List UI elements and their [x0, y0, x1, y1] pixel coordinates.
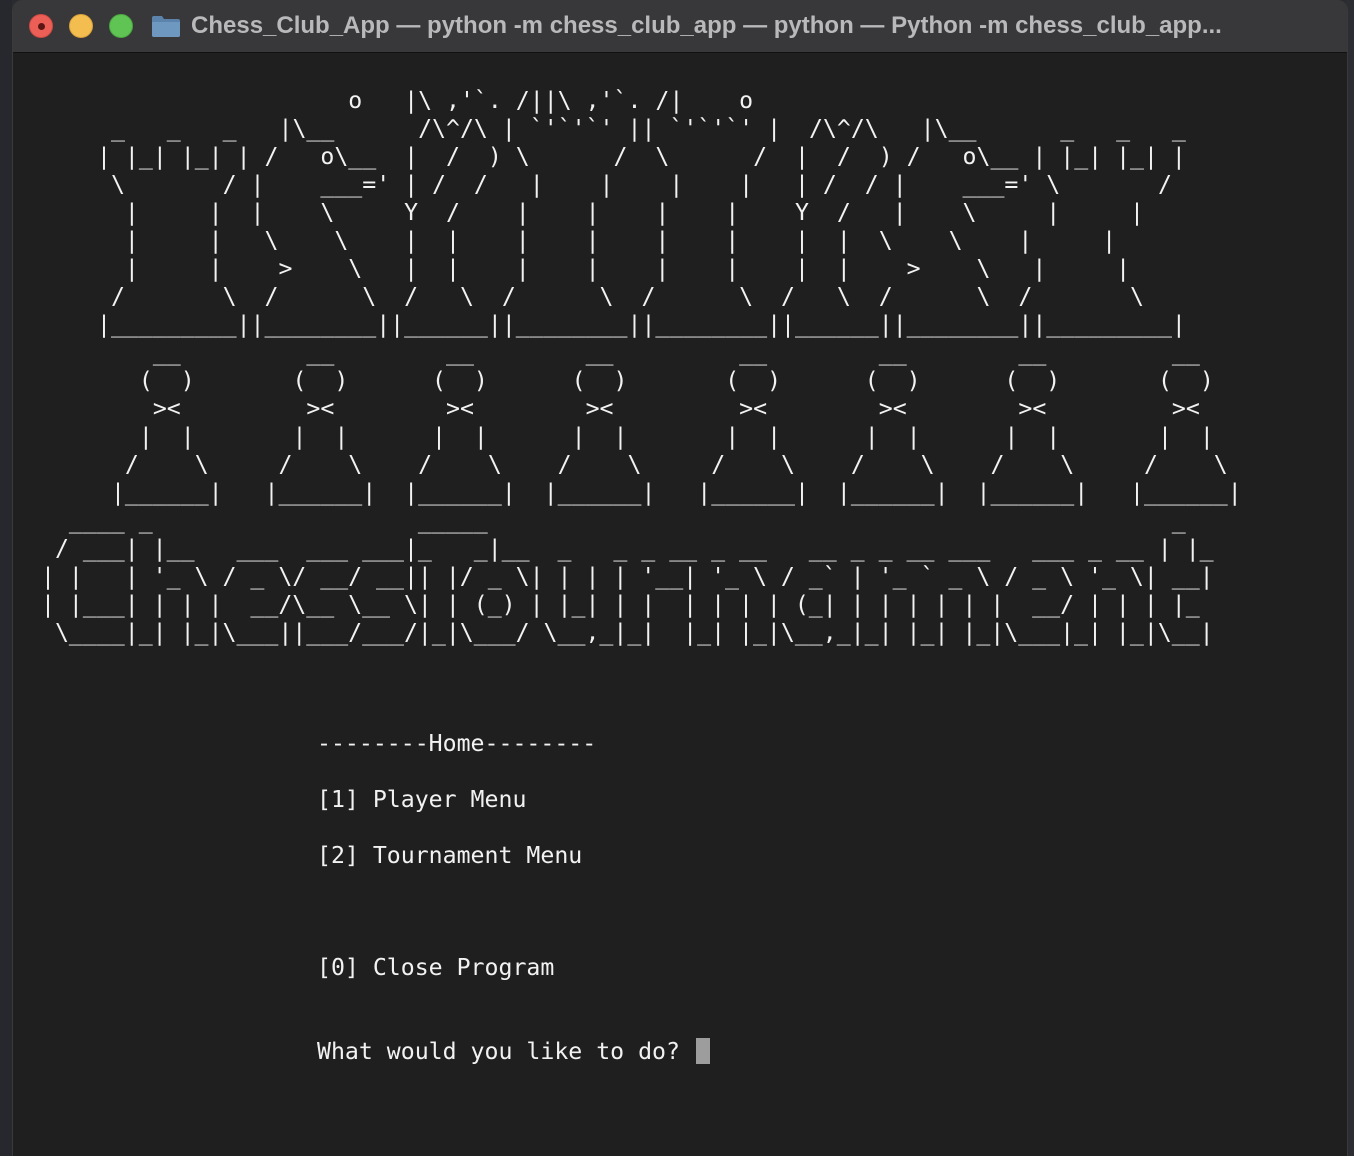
desktop-background-left [0, 0, 12, 1156]
window-titlebar[interactable]: Chess_Club_App — python -m chess_club_ap… [13, 0, 1347, 53]
input-prompt: What would you like to do? [317, 1038, 694, 1065]
minimize-icon[interactable] [69, 14, 93, 38]
traffic-lights [29, 14, 149, 38]
input-prompt-line[interactable]: What would you like to do? [317, 1037, 710, 1066]
window-title: Chess_Club_App — python -m chess_club_ap… [191, 12, 1222, 39]
menu-option-player: [1] Player Menu [317, 786, 527, 813]
menu-option-tournament: [2] Tournament Menu [317, 842, 583, 869]
menu-option-close: [0] Close Program [317, 954, 555, 981]
menu-header: --------Home-------- [317, 730, 597, 757]
banner-pawns-art: __ __ __ __ __ __ __ __ ( ) ( ) ( ) ( ) … [110, 339, 1242, 506]
zoom-icon[interactable] [109, 14, 133, 38]
folder-icon [151, 14, 181, 38]
terminal-window: Chess_Club_App — python -m chess_club_ap… [12, 0, 1348, 1156]
banner-chess-pieces-art: o |\ ,'`. /||\ ,'`. /| o _ _ _ |\__ /\^/… [97, 87, 1186, 338]
terminal-content[interactable]: o |\ ,'`. /||\ ,'`. /| o _ _ _ |\__ /\^/… [13, 53, 1347, 1156]
text-cursor [695, 1037, 710, 1064]
close-icon[interactable] [29, 14, 53, 38]
banner-title-art: ____ _ _____ _ / ___| |__ ___ ___ ___|_ … [41, 507, 1214, 646]
